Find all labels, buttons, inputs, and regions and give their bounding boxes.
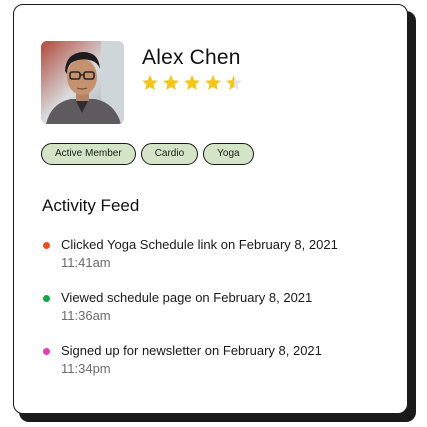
status-dot-icon [43, 242, 50, 249]
activity-text: Clicked Yoga Schedule link on February 8… [61, 237, 338, 252]
avatar [41, 41, 124, 124]
star-filled-icon [205, 75, 221, 90]
activity-time: 11:36am [61, 308, 111, 323]
star-filled-icon [142, 75, 158, 90]
avatar-photo-icon [41, 41, 124, 124]
activity-text: Viewed schedule page on February 8, 2021 [61, 290, 313, 305]
profile-name: Alex Chen [142, 46, 241, 69]
star-half-icon [226, 75, 242, 90]
status-dot-icon [43, 295, 50, 302]
activity-feed-title: Activity Feed [42, 196, 140, 215]
star-rating [141, 74, 243, 92]
status-dot-icon [43, 348, 50, 355]
tag-yoga[interactable]: Yoga [203, 143, 254, 165]
tag-cardio[interactable]: Cardio [140, 143, 199, 165]
activity-text: Signed up for newsletter on February 8, … [61, 343, 322, 358]
star-filled-icon [184, 75, 200, 90]
activity-time: 11:41am [61, 255, 111, 270]
star-filled-icon [163, 75, 179, 90]
activity-time: 11:34pm [61, 361, 111, 376]
tag-active-member[interactable]: Active Member [41, 143, 136, 165]
tag-list: Active Member Cardio Yoga [41, 143, 254, 165]
